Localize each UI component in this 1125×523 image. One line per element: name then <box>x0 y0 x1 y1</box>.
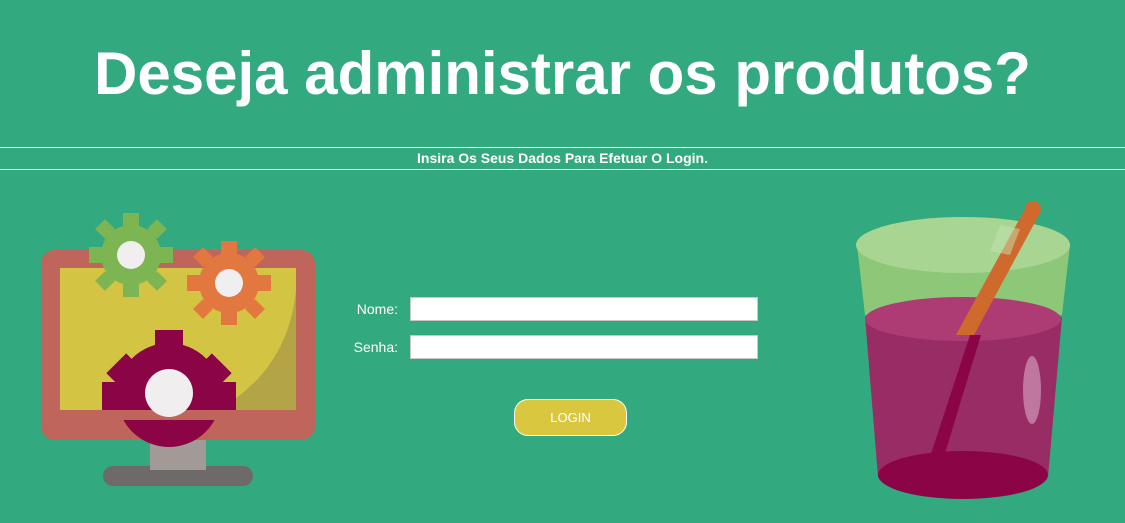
login-page: Deseja administrar os produtos? Insira O… <box>0 0 1125 523</box>
login-form: Nome: Senha: <box>340 296 780 372</box>
password-row: Senha: <box>340 334 780 360</box>
name-label: Nome: <box>356 301 398 317</box>
password-input[interactable] <box>410 335 758 359</box>
name-row: Nome: <box>340 296 780 322</box>
password-label: Senha: <box>353 339 398 355</box>
login-button[interactable]: LOGIN <box>514 399 627 436</box>
login-instructions: Insira Os Seus Dados Para Efetuar O Logi… <box>0 147 1125 170</box>
page-title: Deseja administrar os produtos? <box>94 40 1031 107</box>
juice-glass-icon <box>850 195 1080 505</box>
name-input[interactable] <box>410 297 758 321</box>
computer-gears-icon <box>38 210 320 490</box>
